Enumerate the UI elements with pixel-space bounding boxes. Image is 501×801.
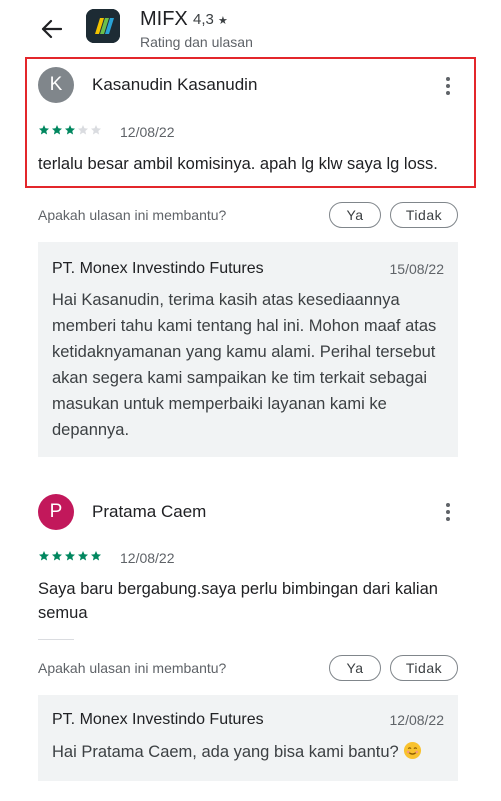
review-text: terlalu besar ambil komisinya. apah lg k… — [38, 155, 438, 173]
star-filled-icon — [52, 125, 62, 135]
helpful-no-button[interactable]: Tidak — [390, 202, 458, 228]
star-rating — [38, 550, 102, 564]
star-rating — [38, 124, 102, 138]
app-header: MIFX 4,3 ★ Rating dan ulasan — [0, 0, 501, 56]
developer-name: PT. Monex Investindo Futures — [52, 711, 264, 728]
helpful-yes-button[interactable]: Ya — [329, 655, 381, 681]
helpful-question: Apakah ulasan ini membantu? — [38, 207, 227, 223]
more-options-icon[interactable] — [438, 74, 458, 98]
review-date: 12/08/22 — [120, 550, 175, 566]
reply-text: Hai Pratama Caem, ada yang bisa kami ban… — [52, 743, 399, 761]
star-filled-icon — [91, 551, 101, 561]
star-filled-icon — [65, 125, 75, 135]
helpful-no-button[interactable]: Tidak — [390, 655, 458, 681]
page-subtitle: Rating dan ulasan — [140, 34, 253, 50]
reviewer-name: Kasanudin Kasanudin — [92, 75, 258, 94]
review-text: Saya baru bergabung.saya perlu bimbingan… — [38, 580, 438, 622]
star-filled-icon — [78, 551, 88, 561]
reviewer-name: Pratama Caem — [92, 502, 207, 521]
star-icon: ★ — [218, 15, 228, 27]
star-filled-icon — [65, 551, 75, 561]
reply-text: Hai Kasanudin, terima kasih atas kesedia… — [52, 291, 437, 439]
helpful-question: Apakah ulasan ini membantu? — [38, 660, 227, 676]
reply-date: 15/08/22 — [389, 261, 445, 277]
avatar: K — [38, 67, 74, 103]
developer-reply: PT. Monex Investindo Futures 15/08/22 Ha… — [38, 242, 458, 457]
avatar: P — [38, 494, 74, 530]
reply-text-line: Hai Pratama Caem, ada yang bisa kami ban… — [52, 739, 447, 765]
app-name: MIFX — [140, 8, 188, 30]
review-date: 12/08/22 — [120, 124, 175, 140]
developer-reply: PT. Monex Investindo Futures 12/08/22 Ha… — [38, 695, 458, 781]
star-filled-icon — [39, 125, 49, 135]
app-rating-value: 4,3 — [193, 11, 214, 28]
divider — [38, 639, 74, 640]
star-filled-icon — [39, 551, 49, 561]
star-empty-icon — [91, 125, 101, 135]
more-options-icon[interactable] — [438, 500, 458, 524]
app-logo-icon — [86, 9, 120, 43]
star-filled-icon — [52, 551, 62, 561]
smiling-face-icon — [404, 741, 422, 760]
helpful-yes-button[interactable]: Ya — [329, 202, 381, 228]
back-arrow-icon[interactable] — [36, 14, 66, 44]
app-rating: 4,3 ★ — [193, 11, 228, 30]
developer-name: PT. Monex Investindo Futures — [52, 260, 264, 277]
star-empty-icon — [78, 125, 88, 135]
reply-date: 12/08/22 — [389, 712, 445, 728]
